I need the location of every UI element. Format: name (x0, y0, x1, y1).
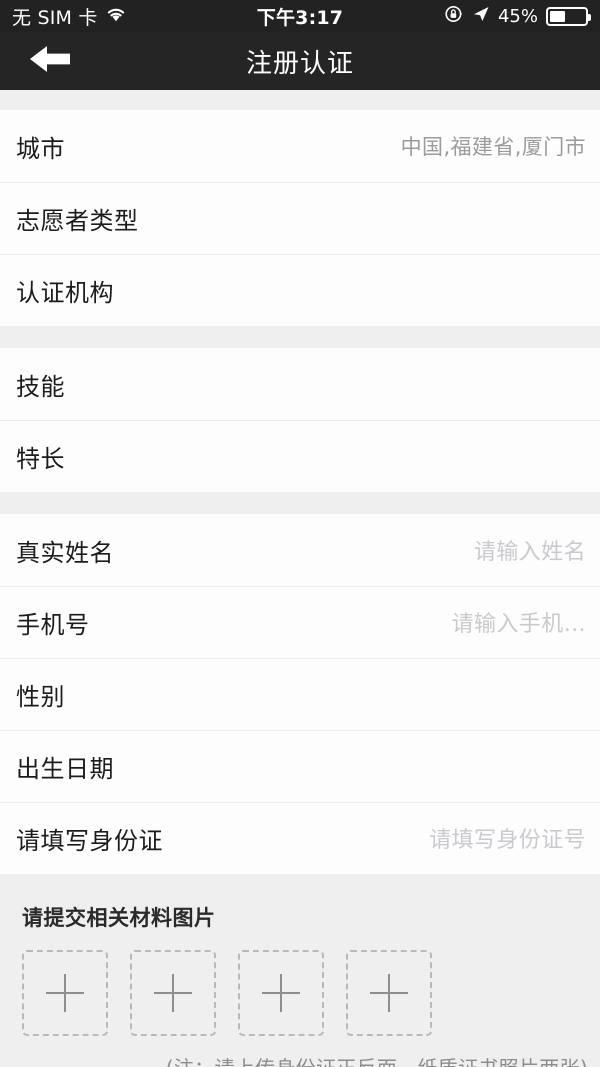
plus-icon (154, 974, 192, 1012)
form-group: 城市 中国,福建省,厦门市志愿者类型认证机构 (0, 110, 600, 326)
form-row-label: 特长 (16, 444, 65, 473)
form-row-label: 技能 (16, 372, 65, 401)
plus-icon (46, 974, 84, 1012)
form-row-label: 志愿者类型 (16, 206, 139, 235)
section-spacer (0, 326, 600, 348)
form-row-input[interactable]: 请输入手机… (452, 606, 586, 638)
nav-bar: 注册认证 (0, 32, 600, 90)
upload-box[interactable] (238, 950, 324, 1036)
rotation-lock-icon (444, 4, 464, 29)
upload-section: 请提交相关材料图片 (注：请上传身份证正反面、纸质证书照片两张) (0, 874, 600, 1067)
form-row[interactable]: 志愿者类型 (0, 182, 600, 254)
upload-box-list (0, 932, 600, 1036)
battery-icon (546, 6, 591, 26)
upload-box[interactable] (346, 950, 432, 1036)
plus-icon (262, 974, 300, 1012)
wifi-icon (105, 5, 127, 27)
page-title: 注册认证 (245, 48, 354, 79)
upload-box[interactable] (130, 950, 216, 1036)
form-row-label: 出生日期 (16, 754, 114, 783)
form-row-value: 中国,福建省,厦门市 (400, 135, 586, 159)
plus-icon (370, 974, 408, 1012)
form-sections: 城市 中国,福建省,厦门市志愿者类型认证机构技能特长真实姓名 请输入姓名手机号 请输入… (0, 90, 600, 874)
form-row[interactable]: 请填写身份证 请填写身份证号 (0, 802, 600, 874)
form-row-input[interactable]: 请输入姓名 (474, 534, 586, 566)
form-row-label: 认证机构 (16, 278, 114, 307)
form-row-label: 真实姓名 (16, 538, 114, 567)
form-row-label: 性别 (16, 682, 65, 711)
back-arrow-icon (28, 42, 72, 80)
form-row[interactable]: 手机号 请输入手机… (0, 586, 600, 658)
form-row[interactable]: 性别 (0, 658, 600, 730)
status-bar-right: 45% (444, 4, 591, 29)
form-row-label: 请填写身份证 (16, 826, 163, 855)
form-row[interactable]: 真实姓名 请输入姓名 (0, 514, 600, 586)
form-row[interactable]: 出生日期 (0, 730, 600, 802)
form-row[interactable]: 特长 (0, 420, 600, 492)
form-group: 技能 特长 (0, 348, 600, 492)
form-row-label: 手机号 (16, 610, 90, 639)
form-row[interactable]: 认证机构 (0, 254, 600, 326)
location-arrow-icon (472, 5, 490, 28)
back-button[interactable] (26, 41, 74, 81)
app-root: 无 SIM 卡 下午3:17 45% 注册认证 城市 中国,福建省,厦门市 志愿… (0, 0, 600, 1067)
section-spacer (0, 492, 600, 514)
status-bar-left: 无 SIM 卡 (12, 3, 127, 30)
upload-section-title: 请提交相关材料图片 (22, 906, 216, 930)
battery-percent-label: 45% (497, 5, 538, 27)
form-row[interactable]: 技能 (0, 348, 600, 420)
form-row-input[interactable]: 请填写身份证号 (429, 822, 586, 854)
form-row[interactable]: 城市 中国,福建省,厦门市 (0, 110, 600, 182)
upload-note: (注：请上传身份证正反面、纸质证书照片两张) (0, 1036, 600, 1067)
form-group: 真实姓名 请输入姓名手机号 请输入手机… 性别出生日期请填写身份证 请填写身份证号 (0, 514, 600, 874)
section-spacer (0, 90, 600, 110)
form-row-label: 城市 (16, 134, 65, 163)
upload-box[interactable] (22, 950, 108, 1036)
carrier-label: 无 SIM 卡 (12, 6, 98, 29)
status-bar: 无 SIM 卡 下午3:17 45% (0, 0, 600, 32)
